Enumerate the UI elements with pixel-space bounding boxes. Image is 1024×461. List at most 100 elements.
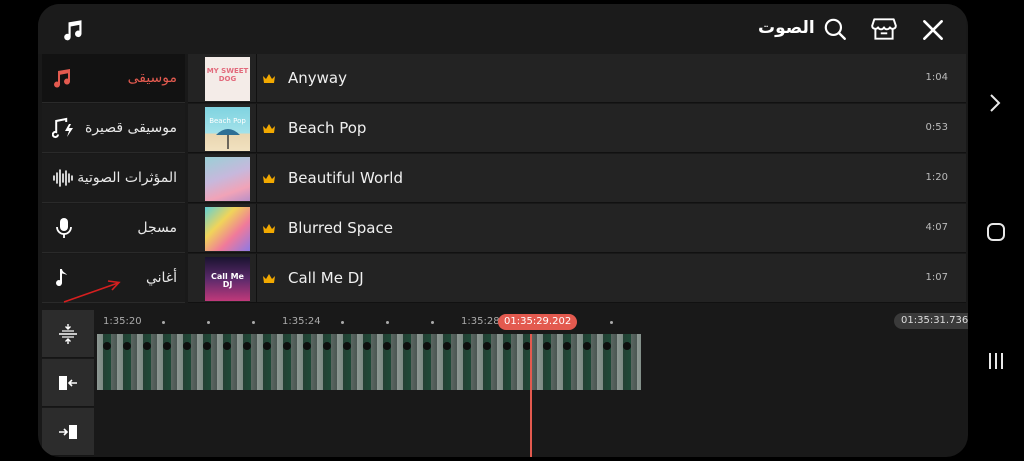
album-art: MY SWEET DOG (205, 57, 250, 101)
tick-dot (341, 321, 344, 324)
video-frame (417, 334, 437, 390)
video-frame (497, 334, 517, 390)
crown-icon (263, 124, 275, 133)
video-frame (357, 334, 377, 390)
category-sidebar: موسيقى موسيقى قصيرة المؤثرات الصوتية مسج… (42, 54, 185, 304)
microphone-icon (56, 218, 72, 238)
album-art-text: Call Me DJ (211, 272, 244, 289)
umbrella-icon (216, 129, 240, 149)
song-row[interactable]: Beautiful World 1:20 (188, 154, 966, 203)
store-icon[interactable] (870, 16, 898, 42)
tick-dot (431, 321, 434, 324)
tick-dot (610, 321, 613, 324)
crown-icon (263, 224, 275, 233)
song-row[interactable]: MY SWEET DOG Anyway 1:04 (188, 54, 966, 103)
short-music-icon (52, 117, 73, 139)
playhead[interactable] (530, 334, 532, 457)
video-frame (97, 334, 117, 390)
nav-back-icon[interactable] (986, 92, 1004, 114)
video-frame (597, 334, 617, 390)
video-frame (197, 334, 217, 390)
tick-label: 1:35:24 (282, 316, 321, 327)
crown-icon (263, 74, 275, 83)
music-note-icon (54, 69, 71, 88)
song-duration: 1:20 (925, 172, 948, 183)
video-frame (177, 334, 197, 390)
crown-icon (263, 274, 275, 283)
sidebar-item-recorder[interactable]: مسجل (42, 204, 185, 253)
sidebar-item-label: المؤثرات الصوتية (77, 170, 177, 186)
nav-recent-apps-icon[interactable] (985, 350, 1007, 372)
trim-start-button[interactable] (42, 359, 94, 407)
crown-icon (263, 174, 275, 183)
sidebar-item-label: مسجل (137, 220, 177, 236)
tick-dot (162, 321, 165, 324)
song-title: Beach Pop (288, 119, 367, 137)
song-duration: 1:07 (925, 272, 948, 283)
video-frame (277, 334, 297, 390)
video-frame (317, 334, 337, 390)
video-frame (337, 334, 357, 390)
video-frame (477, 334, 497, 390)
album-art-text: MY SWEET DOG (206, 67, 249, 83)
timeline-toolbar (42, 310, 94, 457)
search-icon[interactable] (822, 16, 848, 42)
video-frame (577, 334, 597, 390)
tick-label: 1:35:20 (103, 316, 142, 327)
nav-home-icon[interactable] (985, 221, 1007, 243)
video-frame (437, 334, 457, 390)
video-frame (637, 334, 641, 390)
tick-dot (386, 321, 389, 324)
song-row[interactable]: Call Me DJ Call Me DJ 1:07 (188, 254, 966, 303)
sidebar-item-label: موسيقى (127, 70, 177, 86)
video-frame (617, 334, 637, 390)
video-frame (457, 334, 477, 390)
video-frame (557, 334, 577, 390)
sidebar-item-short-music[interactable]: موسيقى قصيرة (42, 104, 185, 153)
song-duration: 4:07 (925, 222, 948, 233)
annotation-arrow-icon (63, 280, 121, 303)
close-icon[interactable] (920, 17, 946, 43)
album-art (205, 207, 250, 251)
song-row[interactable]: Beach Pop Beach Pop 0:53 (188, 104, 966, 153)
video-frame (117, 334, 137, 390)
split-button[interactable] (42, 310, 94, 358)
video-frame (157, 334, 177, 390)
row-divider (256, 104, 257, 153)
row-divider (256, 154, 257, 203)
song-title: Beautiful World (288, 169, 403, 187)
song-title: Call Me DJ (288, 269, 364, 287)
video-frame (517, 334, 537, 390)
song-duration: 0:53 (925, 122, 948, 133)
song-duration: 1:04 (925, 72, 948, 83)
header-bar: الصوت (38, 4, 966, 54)
trim-end-button[interactable] (42, 408, 94, 456)
trim-left-icon (59, 376, 77, 390)
playhead-time-badge: 01:35:29.202 (498, 314, 578, 330)
song-list: MY SWEET DOG Anyway 1:04 Beach Pop Beach… (188, 54, 966, 304)
music-note-icon (64, 20, 82, 41)
sidebar-item-sound-effects[interactable]: المؤثرات الصوتية (42, 154, 185, 203)
audio-editor-panel: الصوت موسيقى موسيقى قصيرة المؤثرات الصوت… (38, 4, 968, 457)
video-frame (237, 334, 257, 390)
video-frame (217, 334, 237, 390)
video-clip-track[interactable] (97, 334, 641, 390)
song-title: Blurred Space (288, 219, 393, 237)
waveform-icon (53, 169, 73, 187)
page-title: الصوت (758, 18, 815, 38)
video-frame (377, 334, 397, 390)
row-divider (256, 54, 257, 103)
tick-dot (207, 321, 210, 324)
song-row[interactable]: Blurred Space 4:07 (188, 204, 966, 253)
video-frame (537, 334, 557, 390)
split-icon (59, 324, 77, 344)
sidebar-item-music[interactable]: موسيقى (42, 54, 185, 103)
album-art: Beach Pop (205, 107, 250, 151)
album-art (205, 157, 250, 201)
row-divider (256, 204, 257, 253)
song-title: Anyway (288, 69, 347, 87)
video-frame (257, 334, 277, 390)
end-time-badge: 01:35:31.736 (894, 313, 968, 329)
tick-label: 1:35:28 (461, 316, 500, 327)
video-frame (297, 334, 317, 390)
